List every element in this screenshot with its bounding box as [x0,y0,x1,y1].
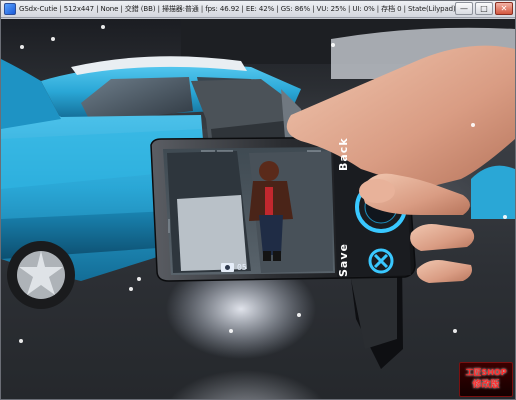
snowflake [101,25,105,29]
game-scene [1,19,515,369]
close-button[interactable]: ✕ [495,2,513,15]
shop-logo: 工匠SHOP 修改版 [459,362,513,397]
camera-icon [221,262,234,272]
snowflake [51,37,55,41]
title-bar[interactable]: GSdx-Cutie | 512x447 | None | 交錯 (BB) | … [1,1,515,18]
photo-counter: 05 [221,261,247,273]
snowflake [297,313,301,317]
photo-count: 05 [237,262,247,272]
save-label[interactable]: Save [337,243,350,277]
snowflake [453,329,457,333]
back-label[interactable]: Back [337,137,350,171]
maximize-button[interactable]: □ [475,2,493,15]
snowflake [137,277,141,281]
snowflake [229,329,233,333]
emulator-window: GSdx-Cutie | 512x447 | None | 交錯 (BB) | … [0,0,516,400]
snowflake [20,45,24,49]
snowflake [331,43,335,47]
game-viewport[interactable]: Back Save 05 工匠SHOP 修改版 [1,19,515,399]
app-icon [4,3,16,15]
snowflake [19,339,23,343]
snowflake [129,287,133,291]
window-title: GSdx-Cutie | 512x447 | None | 交錯 (BB) | … [19,5,459,13]
snowflake [471,123,475,127]
logo-line-1: 工匠SHOP [465,368,507,377]
window-controls: — □ ✕ [455,2,513,15]
minimize-button[interactable]: — [455,2,473,15]
snowflake [503,215,507,219]
logo-line-2: 修改版 [472,380,500,390]
